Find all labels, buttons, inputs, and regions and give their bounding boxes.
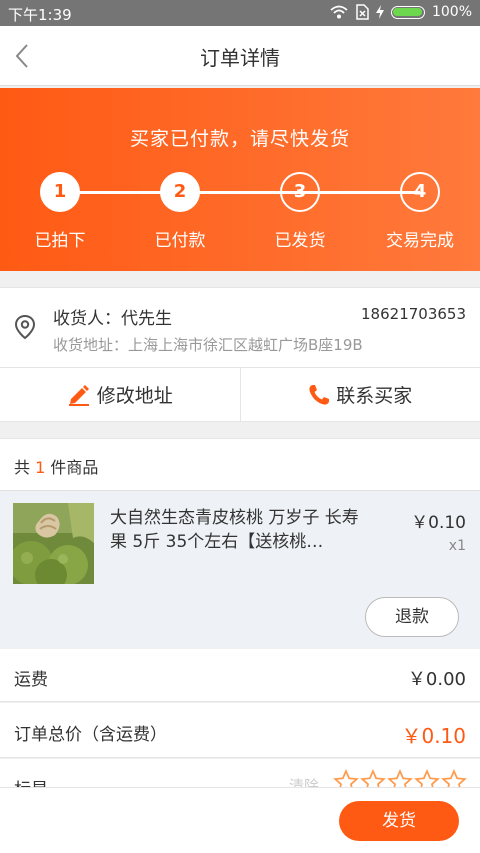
- step-circle: 3: [280, 172, 320, 212]
- battery-percent: 100%: [431, 4, 472, 20]
- freight-row: 运费 ￥0.00: [0, 649, 480, 702]
- step-label: 已发货: [274, 231, 326, 251]
- pencil-icon: [68, 384, 89, 406]
- step-3: 3 已发货: [240, 172, 360, 251]
- product-quantity: x1: [448, 538, 466, 554]
- no-sim-icon: [356, 4, 369, 20]
- edit-address-button[interactable]: 修改地址: [0, 368, 240, 421]
- shipping-address: 收货人：代先生 18621703653 收货地址：上海上海市徐汇区越虹广场B座1…: [0, 287, 480, 367]
- receiver-phone: 18621703653: [361, 305, 466, 323]
- address-actions: 修改地址 联系买家: [0, 367, 480, 422]
- step-circle: 2: [160, 172, 200, 212]
- step-label: 已拍下: [34, 231, 86, 251]
- location-pin-icon: [14, 314, 36, 340]
- status-message: 买家已付款，请尽快发货: [129, 128, 350, 150]
- order-status-banner: 买家已付款，请尽快发货 1 已拍下 2 已付款 3 已发货 4 交易完成: [0, 88, 480, 271]
- charging-icon: [375, 5, 384, 19]
- order-total-label: 订单总价（含运费）: [14, 725, 167, 745]
- order-total-value: ￥0.10: [401, 724, 466, 748]
- receiver-name: 收货人：代先生: [53, 309, 172, 329]
- edit-address-label: 修改地址: [96, 385, 173, 407]
- bottom-bar: 发货: [0, 787, 480, 853]
- product-thumbnail[interactable]: [13, 503, 94, 584]
- freight-label: 运费: [14, 670, 48, 690]
- progress-steps: 1 已拍下 2 已付款 3 已发货 4 交易完成: [0, 172, 480, 252]
- goods-count-prefix: 共: [14, 458, 31, 477]
- contact-buyer-button[interactable]: 联系买家: [239, 368, 480, 421]
- phone-icon: [309, 384, 330, 405]
- goods-item[interactable]: 大自然生态青皮核桃 万岁子 长寿果 5斤 35个左右【送核桃… ￥0.10 x1…: [0, 490, 480, 648]
- goods-count-header: 共 1 件商品: [0, 438, 480, 490]
- goods-count-suffix: 件商品: [50, 458, 99, 477]
- step-4: 4 交易完成: [360, 172, 480, 251]
- status-time: 下午1:39: [8, 6, 72, 24]
- freight-value: ￥0.00: [407, 669, 466, 690]
- product-price: ￥0.10: [411, 513, 466, 533]
- nav-bar: 订单详情: [0, 26, 480, 86]
- product-name: 大自然生态青皮核桃 万岁子 长寿果 5斤 35个左右【送核桃…: [110, 508, 359, 552]
- wifi-icon: [330, 5, 348, 19]
- walnut-image: [13, 503, 94, 584]
- step-circle: 1: [40, 172, 80, 212]
- step-2: 2 已付款: [120, 172, 240, 251]
- goods-count: 1: [35, 458, 46, 477]
- step-circle: 4: [400, 172, 440, 212]
- receiver-address: 收货地址：上海上海市徐汇区越虹广场B座19B: [53, 336, 363, 354]
- step-label: 已付款: [154, 231, 206, 251]
- refund-button[interactable]: 退款: [365, 597, 459, 637]
- battery-icon: [390, 5, 425, 19]
- order-total-row: 订单总价（含运费） ￥0.10: [0, 703, 480, 758]
- step-label: 交易完成: [386, 231, 454, 251]
- step-1: 1 已拍下: [0, 172, 120, 251]
- status-bar: 下午1:39 100%: [0, 0, 480, 26]
- page-title: 订单详情: [200, 46, 280, 70]
- contact-buyer-label: 联系买家: [336, 385, 413, 407]
- ship-button[interactable]: 发货: [339, 801, 459, 841]
- status-icons: 100%: [330, 4, 472, 20]
